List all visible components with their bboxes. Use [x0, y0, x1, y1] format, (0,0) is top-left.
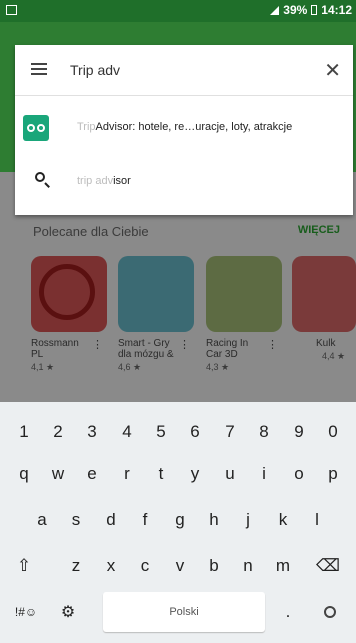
keyboard: 1 2 3 4 5 6 7 8 9 0 q w e r t y u i o p … — [0, 402, 356, 643]
key[interactable]: o — [283, 454, 315, 494]
period-key[interactable]: . — [272, 592, 304, 632]
keyboard-row-bottom: !#☺ ⚙ Polski . — [0, 592, 356, 636]
suggestion-text: trip advisor — [77, 175, 131, 187]
search-icon — [35, 172, 45, 182]
clock: 14:12 — [321, 3, 352, 17]
suggestion-prefix: Trip — [77, 121, 96, 133]
search-input[interactable]: Trip adv — [70, 62, 120, 78]
key[interactable]: 1 — [8, 412, 40, 452]
more-link[interactable]: WIĘCEJ — [298, 224, 340, 236]
key[interactable]: e — [76, 454, 108, 494]
backspace-key[interactable]: ⌫ — [312, 546, 344, 586]
battery-icon — [311, 5, 318, 15]
suggestion-rest: Advisor: hotele, re…uracje, loty, atrakc… — [95, 121, 293, 133]
suggestion-query[interactable]: trip advisor — [15, 157, 353, 209]
key[interactable]: j — [232, 500, 264, 540]
key[interactable]: b — [198, 546, 230, 586]
keyboard-row-2: a s d f g h j k l — [0, 500, 356, 544]
key[interactable]: i — [248, 454, 280, 494]
keyboard-row-numbers: 1 2 3 4 5 6 7 8 9 0 — [0, 412, 356, 456]
app-name: Kulk — [316, 338, 336, 349]
search-key[interactable] — [314, 592, 346, 632]
key[interactable]: m — [267, 546, 299, 586]
shift-key[interactable]: ⇧ — [8, 546, 40, 586]
key[interactable]: t — [145, 454, 177, 494]
key[interactable]: 0 — [317, 412, 349, 452]
app-name: Rossmann PL — [31, 338, 79, 360]
key[interactable]: z — [60, 546, 92, 586]
app-icon — [31, 256, 107, 332]
key[interactable]: 9 — [283, 412, 315, 452]
key[interactable]: c — [129, 546, 161, 586]
space-key[interactable]: Polski — [103, 592, 265, 632]
more-options-icon[interactable]: ⋮ — [92, 338, 103, 351]
key[interactable]: 6 — [179, 412, 211, 452]
more-options-icon[interactable]: ⋮ — [179, 338, 190, 351]
search-bar: Trip adv ✕ — [15, 45, 353, 96]
key[interactable]: 4 — [111, 412, 143, 452]
key[interactable]: 3 — [76, 412, 108, 452]
app-rating: 4,1 ★ — [31, 362, 55, 372]
keyboard-row-3: ⇧ z x c v b n m ⌫ — [0, 546, 356, 590]
key[interactable]: 7 — [214, 412, 246, 452]
app-name: Smart - Gry dla mózgu & — [118, 338, 174, 360]
keyboard-row-1: q w e r t y u i o p — [0, 454, 356, 498]
key[interactable]: a — [26, 500, 58, 540]
menu-icon[interactable] — [31, 63, 47, 75]
suggestion-app[interactable]: TripAdvisor: hotele, re…uracje, loty, at… — [15, 103, 353, 155]
suggestion-prefix: trip adv — [77, 175, 114, 187]
close-icon[interactable]: ✕ — [324, 58, 341, 83]
key[interactable]: g — [164, 500, 196, 540]
key[interactable]: y — [179, 454, 211, 494]
app-card[interactable]: Kulk 4,4 ★ — [292, 256, 356, 362]
key[interactable]: 2 — [42, 412, 74, 452]
app-rating: 4,3 ★ — [206, 362, 230, 372]
key[interactable]: q — [8, 454, 40, 494]
app-icon — [206, 256, 282, 332]
key[interactable]: l — [301, 500, 333, 540]
search-suggestions-card: Trip adv ✕ TripAdvisor: hotele, re…uracj… — [15, 45, 353, 215]
more-options-icon[interactable]: ⋮ — [267, 338, 278, 351]
key[interactable]: d — [95, 500, 127, 540]
app-card[interactable]: Smart - Gry dla mózgu & 4,6 ★ ⋮ — [118, 256, 194, 373]
app-icon — [118, 256, 194, 332]
battery-percent: 39% — [283, 3, 308, 17]
tripadvisor-icon — [23, 115, 49, 141]
app-icon — [292, 256, 356, 332]
notification-icon — [6, 5, 17, 15]
symbols-key[interactable]: !#☺ — [8, 592, 44, 632]
app-rating: 4,4 ★ — [322, 351, 346, 361]
key[interactable]: r — [111, 454, 143, 494]
key[interactable]: s — [60, 500, 92, 540]
status-bar: 39% 14:12 — [0, 0, 356, 22]
app-rating: 4,6 ★ — [118, 362, 142, 372]
key[interactable]: h — [198, 500, 230, 540]
section-title: Polecane dla Ciebie — [33, 224, 149, 239]
search-icon — [324, 606, 336, 618]
key[interactable]: x — [95, 546, 127, 586]
key[interactable]: n — [232, 546, 264, 586]
suggestion-rest: isor — [113, 175, 131, 187]
key[interactable]: k — [267, 500, 299, 540]
app-name: Racing In Car 3D — [206, 338, 249, 360]
app-card[interactable]: Racing In Car 3D 4,3 ★ ⋮ — [206, 256, 282, 373]
key[interactable]: p — [317, 454, 349, 494]
signal-icon — [270, 5, 280, 15]
app-card[interactable]: Rossmann PL 4,1 ★ ⋮ — [31, 256, 107, 373]
suggestion-text: TripAdvisor: hotele, re…uracje, loty, at… — [77, 121, 292, 133]
key[interactable]: u — [214, 454, 246, 494]
key[interactable]: 8 — [248, 412, 280, 452]
key[interactable]: 5 — [145, 412, 177, 452]
key[interactable]: v — [164, 546, 196, 586]
key[interactable]: f — [129, 500, 161, 540]
status-right: 39% 14:12 — [270, 3, 352, 17]
settings-gear-icon[interactable]: ⚙ — [52, 592, 84, 632]
key[interactable]: w — [42, 454, 74, 494]
